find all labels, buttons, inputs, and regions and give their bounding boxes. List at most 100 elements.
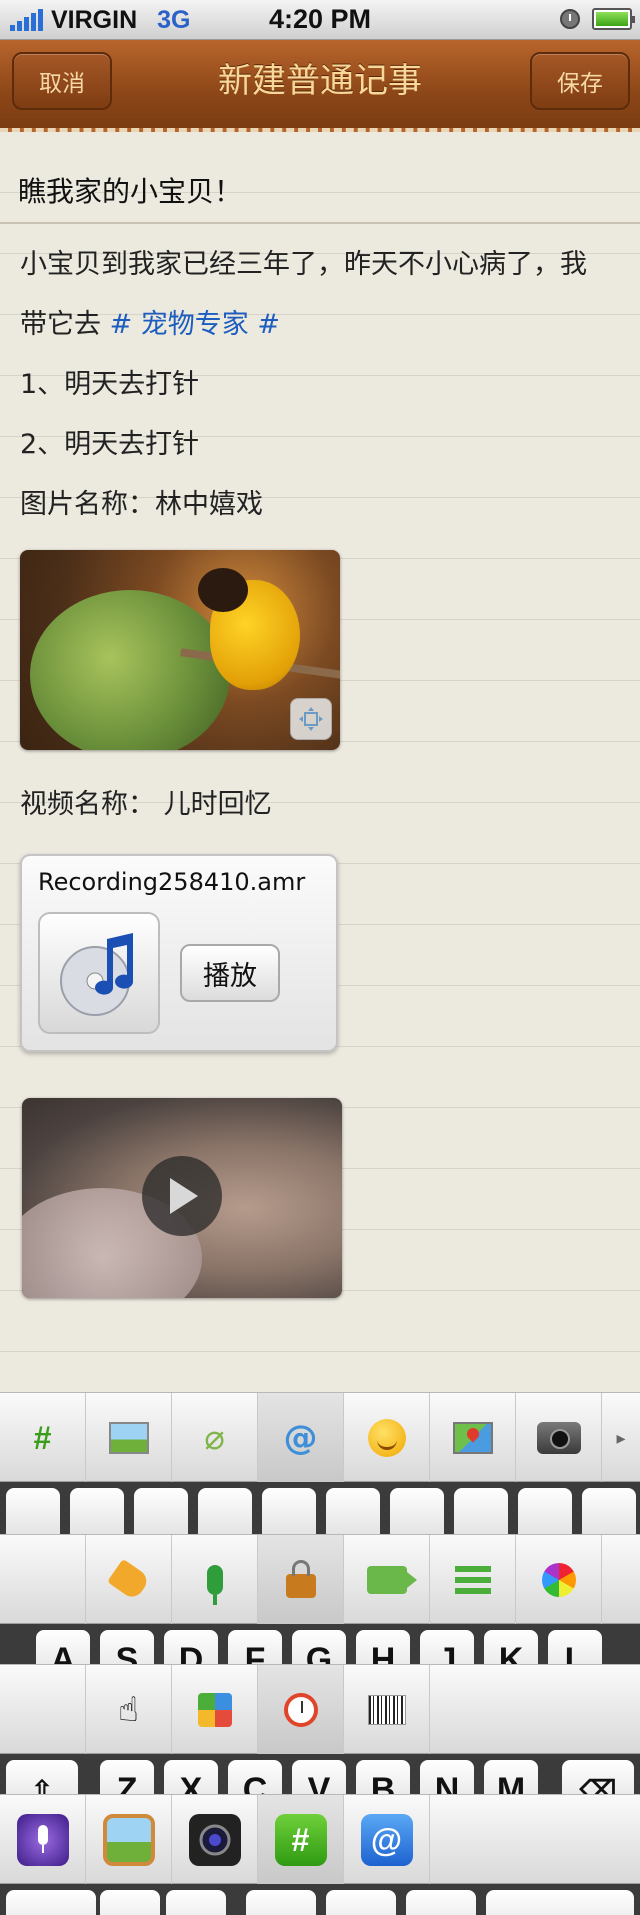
list-item[interactable]: 1、明天去打针	[20, 362, 199, 401]
tiles-button[interactable]	[172, 1665, 258, 1755]
keyboard-peek-row2: A S D F G H J K L	[0, 1624, 640, 1664]
video-caption[interactable]: 视频名称： 儿时回忆	[20, 782, 272, 821]
attach-file-button[interactable]: ⌀	[172, 1393, 258, 1483]
more-tools-button[interactable]: ▸	[602, 1393, 640, 1483]
key-s[interactable]: S	[100, 1630, 154, 1664]
map-icon	[452, 1422, 493, 1454]
status-bar: VIRGIN 3G 4:20 PM	[0, 0, 640, 40]
key-g[interactable]: G	[292, 1630, 346, 1664]
topic-tag-link[interactable]: # 宠物专家 #	[110, 309, 280, 340]
key-c[interactable]: C	[228, 1760, 282, 1794]
image-icon	[108, 1422, 149, 1454]
smiley-icon	[367, 1419, 406, 1457]
barcode-button[interactable]	[344, 1665, 430, 1755]
video-record-button[interactable]	[344, 1535, 430, 1625]
tag-button[interactable]	[86, 1535, 172, 1625]
attached-photo[interactable]	[20, 550, 340, 750]
voice-record-button[interactable]	[172, 1535, 258, 1625]
note-body-line[interactable]: 小宝贝到我家已经三年了，昨天不小心病了，我	[20, 242, 587, 281]
play-triangle-icon	[170, 1178, 198, 1214]
at-app-button[interactable]: @	[344, 1795, 430, 1885]
more-arrow-icon: ▸	[616, 1427, 626, 1449]
image-caption[interactable]: 图片名称：林中嬉戏	[20, 482, 263, 521]
expand-icon[interactable]	[290, 698, 332, 740]
note-editor[interactable]: 瞧我家的小宝贝！ 小宝贝到我家已经三年了，昨天不小心病了，我 带它去 # 宠物专…	[0, 132, 640, 1392]
note-title[interactable]: 瞧我家的小宝贝！	[18, 170, 242, 210]
key-k[interactable]: K	[484, 1630, 538, 1664]
key-z[interactable]: Z	[100, 1760, 154, 1794]
reminder-button[interactable]	[258, 1665, 344, 1755]
key-cap	[582, 1488, 636, 1534]
barcode-scan-icon	[367, 1695, 406, 1725]
audio-filename: Recording258410.amr	[38, 868, 306, 896]
attachment-toolbar: # ⌀ @ ▸	[0, 1392, 640, 1483]
key-cap	[198, 1488, 252, 1534]
tools-row-2	[0, 1534, 640, 1625]
battery-icon	[592, 8, 635, 30]
key-cap	[406, 1890, 476, 1915]
tag-icon	[106, 1558, 151, 1602]
key-x[interactable]: X	[164, 1760, 218, 1794]
attached-video[interactable]	[22, 1098, 342, 1298]
video-camera-icon	[366, 1566, 417, 1594]
hashtag-app-button[interactable]: #	[258, 1795, 344, 1885]
insert-image-button[interactable]	[86, 1393, 172, 1483]
mic-glyph-icon	[37, 1825, 48, 1853]
key-cap	[454, 1488, 508, 1534]
video-play-icon[interactable]	[142, 1156, 222, 1236]
list-item[interactable]: 2、明天去打针	[20, 422, 199, 461]
keyboard-peek-row1	[0, 1482, 640, 1534]
blank-slot	[0, 1535, 86, 1625]
key-j[interactable]: J	[420, 1630, 474, 1664]
backspace-key[interactable]: ⌫	[562, 1760, 634, 1794]
lock-button[interactable]	[258, 1535, 344, 1625]
audio-attachment[interactable]: Recording258410.amr 播放	[20, 854, 338, 1052]
keyboard-peek-row4	[0, 1884, 640, 1915]
emoji-button[interactable]	[344, 1393, 430, 1483]
voice-app-icon	[16, 1814, 69, 1866]
key-f[interactable]: F	[228, 1630, 282, 1664]
lens-icon	[199, 1824, 230, 1856]
shift-key[interactable]: ⇧	[6, 1760, 78, 1794]
music-disc-icon	[60, 933, 134, 1016]
camera-button[interactable]	[516, 1393, 602, 1483]
camera-app-button[interactable]	[172, 1795, 258, 1885]
key-m[interactable]: M	[484, 1760, 538, 1794]
key-cap	[326, 1488, 380, 1534]
list-icon	[454, 1566, 491, 1594]
photo-app-icon	[102, 1814, 155, 1866]
key-d[interactable]: D	[164, 1630, 218, 1664]
location-button[interactable]	[430, 1393, 516, 1483]
battery-level-fill	[596, 12, 628, 26]
list-button[interactable]	[430, 1535, 516, 1625]
bird-head-shape	[198, 568, 248, 612]
cancel-button[interactable]: 取消	[12, 52, 112, 110]
key-cap	[100, 1890, 160, 1915]
key-n[interactable]: N	[420, 1760, 474, 1794]
hashtag-icon: #	[33, 1419, 52, 1456]
voice-app-button[interactable]	[0, 1795, 86, 1885]
tools-row-4: # @	[0, 1794, 640, 1885]
key-cap	[6, 1488, 60, 1534]
lock-icon	[285, 1560, 316, 1598]
tiles-icon	[197, 1693, 232, 1727]
key-a[interactable]: A	[36, 1630, 90, 1664]
nest-shape	[30, 590, 230, 750]
note-body-line[interactable]: 带它去 # 宠物专家 #	[20, 302, 280, 341]
alarm-clock-icon	[283, 1693, 318, 1727]
at-icon: @	[283, 1418, 318, 1458]
play-button[interactable]: 播放	[180, 944, 280, 1002]
photo-app-button[interactable]	[86, 1795, 172, 1885]
key-l[interactable]: L	[548, 1630, 602, 1664]
mention-button[interactable]: @	[258, 1393, 344, 1483]
page-title: 新建普通记事	[218, 61, 422, 101]
key-b[interactable]: B	[356, 1760, 410, 1794]
key-h[interactable]: H	[356, 1630, 410, 1664]
gesture-button[interactable]: ☝	[86, 1665, 172, 1755]
title-divider	[0, 222, 640, 224]
key-v[interactable]: V	[292, 1760, 346, 1794]
color-button[interactable]	[516, 1535, 602, 1625]
hashtag-button[interactable]: #	[0, 1393, 86, 1483]
save-button[interactable]: 保存	[530, 52, 630, 110]
alarm-status-icon	[560, 9, 580, 29]
